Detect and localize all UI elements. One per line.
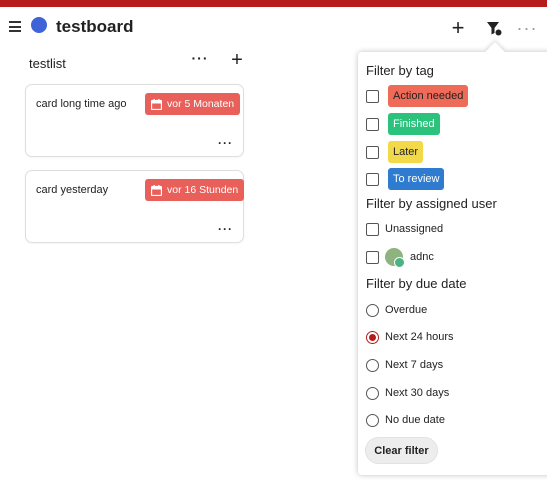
board-header: testboard + ··· [0, 7, 547, 47]
calendar-icon [151, 184, 162, 196]
tag-filter-action-needed[interactable]: Action needed [366, 85, 469, 107]
board-more-icon[interactable]: ··· [515, 16, 539, 40]
tag-filter-finished[interactable]: Finished [366, 113, 440, 135]
user-label: Unassigned [385, 223, 444, 235]
radio-button[interactable] [366, 358, 379, 372]
due-option-label: Next 24 hours [385, 331, 454, 343]
checkbox[interactable] [366, 89, 379, 103]
checkbox[interactable] [366, 250, 379, 264]
avatar [385, 248, 405, 268]
due-option-label: Next 30 days [385, 387, 450, 399]
tag-label: Later [388, 141, 424, 163]
filter-by-due-date-title: Filter by due date [366, 276, 467, 291]
tag-label: Action needed [388, 85, 469, 107]
add-list-icon[interactable]: + [446, 16, 470, 40]
due-filter-next-7-days[interactable]: Next 7 days [366, 354, 443, 376]
checkbox[interactable] [366, 117, 379, 131]
radio-button[interactable] [366, 303, 379, 317]
user-filter-adnc[interactable]: adnc [366, 246, 434, 268]
board-color-dot [31, 17, 47, 33]
list-more-icon[interactable]: ··· [189, 50, 211, 72]
user-filter-unassigned[interactable]: Unassigned [366, 218, 443, 240]
clear-filter-button[interactable]: Clear filter [365, 437, 438, 464]
due-option-label: Overdue [385, 304, 428, 316]
add-card-icon[interactable]: + [226, 49, 248, 71]
card-title: card long time ago [36, 98, 127, 110]
card[interactable]: card long time ago vor 5 Monaten ··· [25, 84, 244, 157]
card-more-icon[interactable]: ··· [218, 222, 233, 236]
top-accent-bar [0, 0, 547, 7]
card[interactable]: card yesterday vor 16 Stunden ··· [25, 170, 245, 243]
due-filter-overdue[interactable]: Overdue [366, 299, 427, 321]
radio-button[interactable] [366, 413, 379, 427]
card-more-icon[interactable]: ··· [218, 136, 233, 150]
board-title: testboard [56, 17, 134, 36]
checkbox[interactable] [366, 145, 379, 159]
tag-filter-later[interactable]: Later [366, 141, 424, 163]
due-date-text: vor 5 Monaten [167, 98, 235, 110]
checkbox[interactable] [366, 222, 379, 236]
due-option-label: Next 7 days [385, 359, 444, 371]
user-label: adnc [410, 251, 434, 263]
due-filter-next-30-days[interactable]: Next 30 days [366, 382, 449, 404]
card-title: card yesterday [36, 184, 109, 196]
due-filter-next-24-hours[interactable]: Next 24 hours [366, 326, 453, 348]
list-title: testlist [29, 56, 66, 71]
tag-label: Finished [388, 113, 440, 135]
filter-icon[interactable] [482, 16, 506, 40]
calendar-icon [151, 98, 162, 110]
due-date-text: vor 16 Stunden [167, 184, 239, 196]
tag-label: To review [388, 168, 445, 190]
radio-button-selected[interactable] [366, 330, 379, 344]
filter-by-tag-title: Filter by tag [366, 63, 434, 78]
due-date-badge: vor 5 Monaten [145, 93, 241, 115]
due-option-label: No due date [385, 414, 445, 426]
filter-by-user-title: Filter by assigned user [366, 196, 497, 211]
radio-button[interactable] [366, 386, 379, 400]
due-date-badge: vor 16 Stunden [145, 179, 245, 201]
hamburger-menu-icon[interactable] [9, 21, 21, 32]
tag-filter-to-review[interactable]: To review [366, 168, 445, 190]
due-filter-no-due-date[interactable]: No due date [366, 409, 445, 431]
checkbox[interactable] [366, 172, 379, 186]
